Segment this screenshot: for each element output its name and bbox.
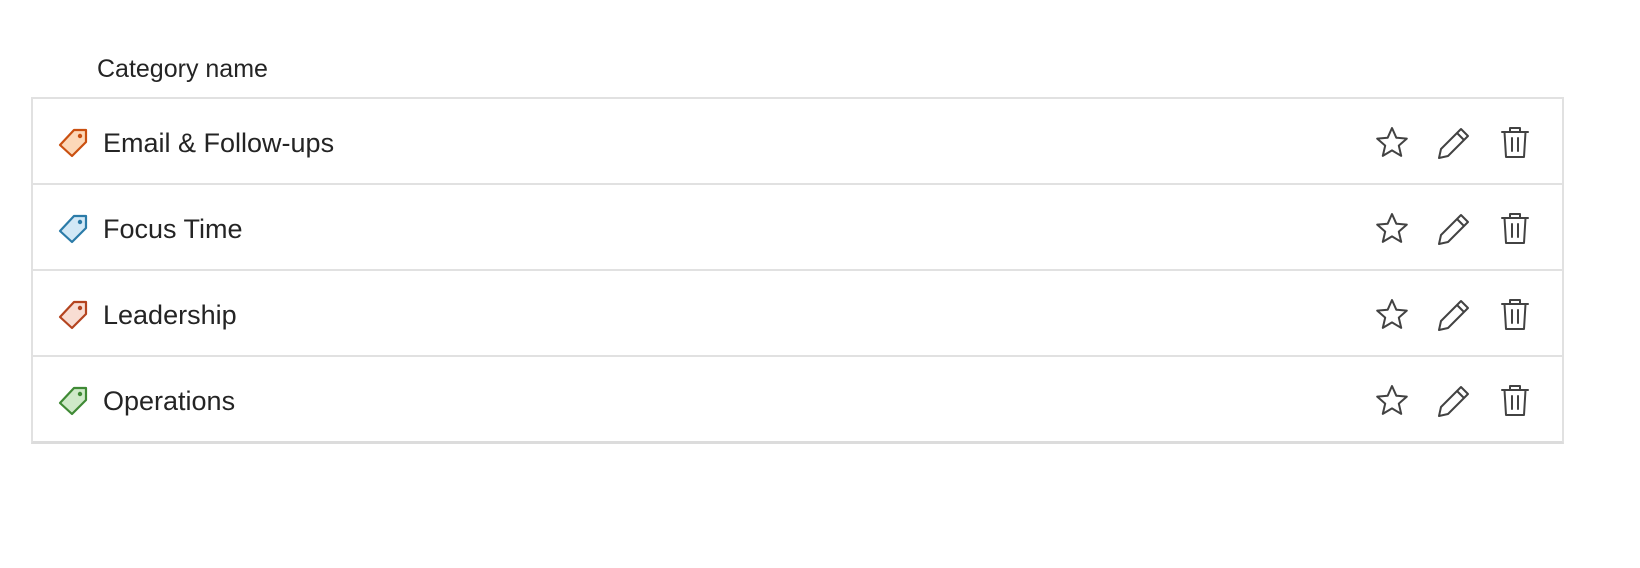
column-header-category-name: Category name [97, 55, 268, 83]
category-list: Email & Follow-ups Focus Time Leadership… [31, 97, 1564, 444]
pencil-icon[interactable] [1434, 295, 1474, 335]
category-row: Focus Time [33, 185, 1562, 271]
star-icon[interactable] [1372, 209, 1412, 249]
tag-icon [55, 125, 91, 161]
star-icon[interactable] [1372, 123, 1412, 163]
tag-icon [55, 297, 91, 333]
trash-icon[interactable] [1495, 295, 1535, 335]
tag-icon [55, 383, 91, 419]
trash-icon[interactable] [1495, 381, 1535, 421]
star-icon[interactable] [1372, 381, 1412, 421]
trash-icon[interactable] [1495, 209, 1535, 249]
trash-icon[interactable] [1495, 123, 1535, 163]
category-row: Leadership [33, 271, 1562, 357]
pencil-icon[interactable] [1434, 381, 1474, 421]
star-icon[interactable] [1372, 295, 1412, 335]
category-label: Email & Follow-ups [103, 128, 335, 158]
pencil-icon[interactable] [1434, 123, 1474, 163]
category-row: Email & Follow-ups [33, 99, 1562, 185]
pencil-icon[interactable] [1434, 209, 1474, 249]
tag-icon [55, 211, 91, 247]
category-label: Operations [103, 386, 236, 416]
category-row: Operations [33, 357, 1562, 441]
category-label: Focus Time [103, 214, 243, 244]
category-label: Leadership [103, 300, 237, 330]
